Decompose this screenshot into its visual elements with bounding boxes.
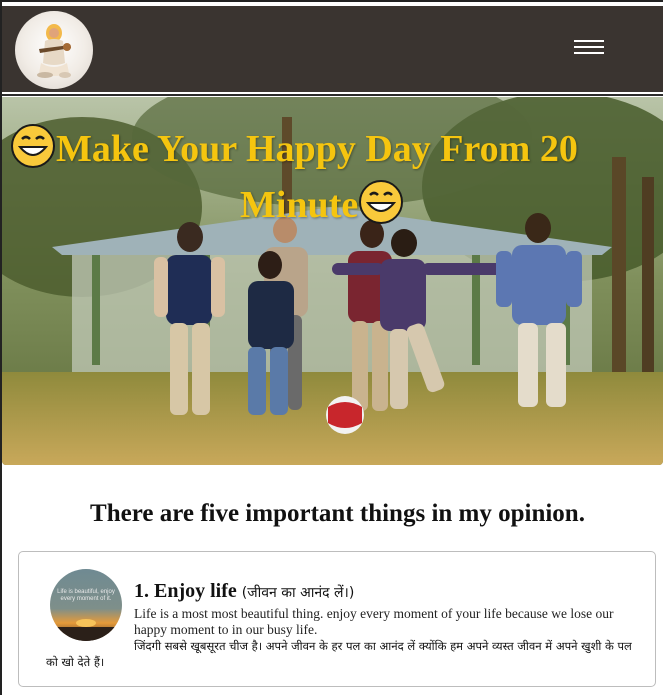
hero-banner: Make Your Happy Day From 20 Minute bbox=[2, 97, 663, 465]
hamburger-icon-bar bbox=[574, 46, 604, 48]
hamburger-icon-bar bbox=[574, 40, 604, 42]
hero-title-line1-wrap: Make Your Happy Day From 20 bbox=[10, 123, 578, 175]
grinning-face-icon bbox=[359, 180, 404, 224]
thumbnail-caption: Life is beautiful, enjoy every moment of… bbox=[57, 589, 115, 602]
sunset-thumbnail-icon bbox=[50, 569, 122, 641]
menu-toggle-button[interactable] bbox=[568, 34, 608, 60]
hero-title-line2: Minute bbox=[240, 184, 359, 226]
card-heading-en: 1. Enjoy life bbox=[134, 580, 237, 602]
hero-title-line2-wrap: Minute bbox=[240, 179, 404, 231]
saraswati-logo-icon bbox=[37, 24, 71, 78]
section-title: There are five important things in my op… bbox=[90, 500, 585, 527]
card-heading-hi: (जीवन का आनंद लें।) bbox=[241, 585, 355, 601]
navbar-divider bbox=[2, 94, 663, 96]
card-body-hi: जिंदगी सबसे खूबसूरत चीज है। अपने जीवन के… bbox=[46, 639, 632, 669]
site-logo[interactable] bbox=[15, 11, 93, 89]
navbar bbox=[2, 6, 663, 92]
card-heading: 1. Enjoy life (जीवन का आनंद लें।) bbox=[134, 580, 354, 603]
card-body-en: Life is a most most beautiful thing. enj… bbox=[134, 606, 614, 637]
grinning-face-icon bbox=[11, 124, 55, 168]
hero-title-line1: Make Your Happy Day From 20 bbox=[56, 128, 578, 170]
tip-card: Life is beautiful, enjoy every moment of… bbox=[18, 551, 656, 687]
hamburger-icon-bar bbox=[574, 52, 604, 54]
card-thumbnail: Life is beautiful, enjoy every moment of… bbox=[50, 569, 122, 641]
